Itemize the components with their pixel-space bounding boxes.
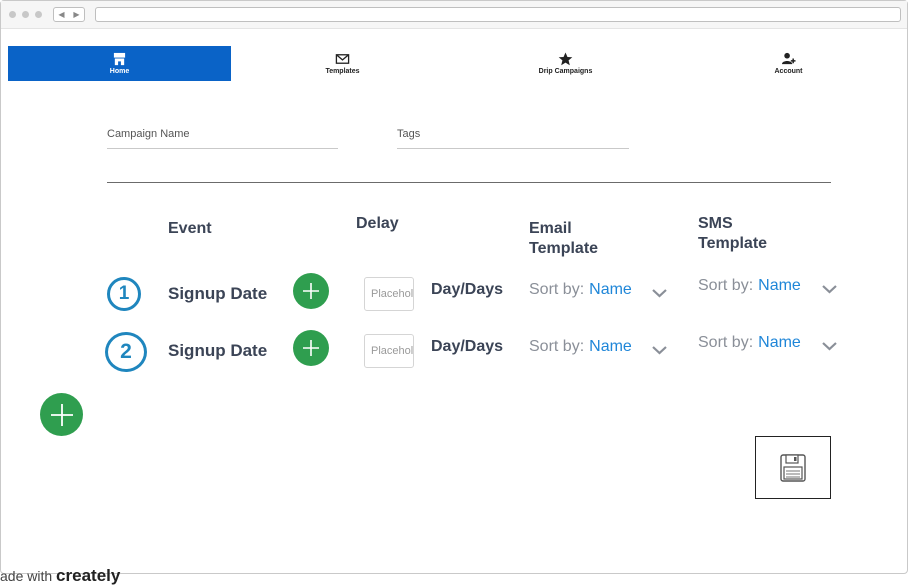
chevron-down-icon[interactable] (821, 284, 838, 294)
home-icon (113, 52, 126, 66)
sms-template-header-line1: SMS (698, 215, 733, 232)
delay-input-placeholder: Placeholder (371, 345, 414, 357)
sort-value: Name (589, 281, 632, 298)
campaign-name-input[interactable]: Campaign Name (107, 128, 338, 149)
sort-by-label: Sort by: (529, 281, 585, 298)
tags-input[interactable]: Tags (397, 128, 629, 149)
browser-toolbar: ◀ ▶ (1, 1, 907, 29)
step-number-badge: 2 (105, 332, 147, 372)
nav-item-home[interactable]: Home (8, 46, 231, 81)
address-bar[interactable] (95, 7, 901, 22)
add-step-button[interactable] (40, 393, 83, 436)
browser-window: ◀ ▶ Home Templates Drip Campaigns Accoun… (0, 0, 908, 574)
plus-icon (303, 283, 319, 299)
delay-unit-label: Day/Days (431, 338, 504, 355)
step-number: 2 (120, 340, 132, 363)
sms-template-header-line2: Template (698, 235, 768, 252)
column-header-email-template: Email Template (529, 219, 598, 259)
save-button[interactable] (755, 436, 831, 499)
sort-by-label: Sort by: (698, 334, 754, 351)
add-user-icon (781, 52, 796, 65)
nav-label-drip-campaigns: Drip Campaigns (538, 68, 593, 75)
email-template-select[interactable]: Sort by: Name (529, 338, 632, 356)
delay-input[interactable]: Placeholder (364, 277, 414, 311)
event-label: Signup Date (168, 284, 268, 303)
sort-value: Name (589, 338, 632, 355)
chevron-down-icon[interactable] (821, 341, 838, 351)
email-template-select[interactable]: Sort by: Name (529, 281, 632, 299)
nav-item-templates[interactable]: Templates (231, 46, 454, 81)
floppy-disk-icon (780, 453, 806, 482)
star-icon (558, 52, 573, 66)
plus-icon (303, 340, 319, 356)
column-header-event: Event (168, 220, 212, 237)
browser-nav-buttons: ◀ ▶ (53, 7, 85, 22)
envelope-icon (335, 54, 350, 64)
back-icon[interactable]: ◀ (58, 10, 64, 19)
watermark-text: ade with creately (0, 566, 120, 586)
nav-item-account[interactable]: Account (677, 46, 900, 81)
step-number: 1 (118, 283, 130, 304)
delay-input[interactable]: Placeholder (364, 334, 414, 368)
delay-unit-label: Day/Days (431, 281, 504, 298)
email-template-header-line2: Template (529, 240, 599, 257)
forward-icon[interactable]: ▶ (73, 10, 79, 19)
nav-label-templates: Templates (325, 68, 360, 75)
sort-value: Name (758, 334, 801, 351)
email-template-header-line1: Email (529, 220, 572, 237)
add-event-button[interactable] (293, 273, 329, 309)
sort-by-label: Sort by: (529, 338, 585, 355)
sort-value: Name (758, 277, 801, 294)
sms-template-select[interactable]: Sort by: Name (698, 277, 801, 295)
add-event-button[interactable] (293, 330, 329, 366)
top-nav: Home Templates Drip Campaigns Account (8, 46, 900, 81)
chevron-down-icon[interactable] (651, 345, 668, 355)
event-label: Signup Date (168, 341, 268, 360)
window-minimize-dot[interactable] (22, 11, 29, 18)
campaign-name-placeholder: Campaign Name (107, 128, 190, 140)
nav-label-home: Home (109, 68, 130, 75)
sms-template-select[interactable]: Sort by: Name (698, 334, 801, 352)
nav-label-account: Account (774, 68, 803, 75)
watermark-prefix: ade with (0, 568, 53, 584)
sort-by-label: Sort by: (698, 277, 754, 294)
column-header-delay: Delay (356, 215, 399, 232)
step-number-badge: 1 (107, 277, 141, 311)
plus-icon (50, 403, 73, 426)
nav-item-drip-campaigns[interactable]: Drip Campaigns (454, 46, 677, 81)
delay-input-placeholder: Placeholder (371, 288, 414, 300)
chevron-down-icon[interactable] (651, 288, 668, 298)
tags-placeholder: Tags (397, 128, 421, 140)
window-maximize-dot[interactable] (35, 11, 42, 18)
column-header-sms-template: SMS Template (698, 214, 767, 254)
window-close-dot[interactable] (9, 11, 16, 18)
section-divider (107, 182, 831, 183)
